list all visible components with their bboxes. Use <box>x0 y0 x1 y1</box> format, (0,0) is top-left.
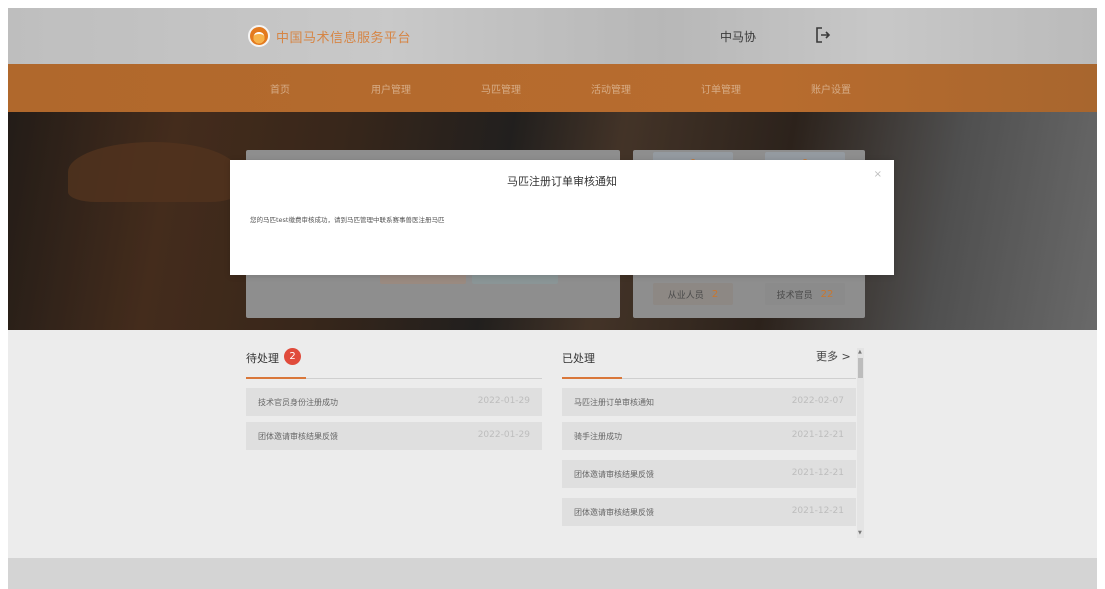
processed-active-indicator <box>562 377 622 379</box>
nav-account-settings[interactable]: 账户设置 <box>811 81 851 96</box>
header-overlay <box>8 8 1097 64</box>
stat-tech-officials[interactable]: 技术官员 22 <box>765 283 845 305</box>
close-icon[interactable]: × <box>874 169 882 180</box>
processed-scrollbar[interactable]: ▲ ▼ <box>857 348 864 538</box>
processed-title[interactable]: 已处理 <box>562 350 595 366</box>
nav-horse-management[interactable]: 马匹管理 <box>481 81 521 96</box>
notification-modal: 马匹注册订单审核通知 × 您的马匹test缴费审核成功，请到马匹管理中联系赛事兽… <box>230 160 894 275</box>
modal-title: 马匹注册订单审核通知 <box>507 175 617 188</box>
list-item-title: 团体邀请审核结果反馈 <box>574 470 654 479</box>
stat-tech-officials-value: 22 <box>820 288 834 300</box>
list-item[interactable]: 技术官员身份注册成功 2022-01-29 <box>246 388 542 416</box>
list-item-title: 骑手注册成功 <box>574 432 622 441</box>
nav-order-management[interactable]: 订单管理 <box>701 81 741 96</box>
list-item-title: 技术官员身份注册成功 <box>258 398 338 407</box>
list-item[interactable]: 骑手注册成功 2021-12-21 <box>562 422 856 450</box>
list-item-date: 2022-01-29 <box>477 396 530 406</box>
modal-body: 您的马匹test缴费审核成功，请到马匹管理中联系赛事兽医注册马匹 <box>250 216 445 224</box>
list-item-date: 2021-12-21 <box>791 506 844 516</box>
nav-event-management[interactable]: 活动管理 <box>591 81 631 96</box>
stat-tech-officials-label: 技术官员 <box>776 290 813 301</box>
footer <box>8 558 1097 589</box>
list-item[interactable]: 马匹注册订单审核通知 2022-02-07 <box>562 388 856 416</box>
list-item[interactable]: 团体邀请审核结果反馈 2022-01-29 <box>246 422 542 450</box>
list-item-date: 2022-01-29 <box>477 430 530 440</box>
main-nav: 首页 用户管理 马匹管理 活动管理 订单管理 账户设置 <box>8 64 1097 112</box>
stat-practitioners[interactable]: 从业人员 2 <box>653 283 733 305</box>
scroll-up-icon[interactable]: ▲ <box>858 349 862 355</box>
more-link[interactable]: 更多 > <box>816 348 851 364</box>
header: 中国马术信息服务平台 中马协 <box>8 8 1097 64</box>
stat-practitioners-value: 2 <box>711 288 719 300</box>
logout-icon[interactable] <box>814 26 832 44</box>
list-item[interactable]: 团体邀请审核结果反馈 2021-12-21 <box>562 498 856 526</box>
pending-count-badge: 2 <box>284 348 301 365</box>
list-item-date: 2022-02-07 <box>791 396 844 406</box>
pending-active-indicator <box>246 377 306 379</box>
site-title[interactable]: 中国马术信息服务平台 <box>276 27 411 46</box>
nav-home[interactable]: 首页 <box>270 81 290 96</box>
nav-user-management[interactable]: 用户管理 <box>371 81 411 96</box>
list-item-title: 团体邀请审核结果反馈 <box>258 432 338 441</box>
scrollbar-thumb[interactable] <box>858 358 863 378</box>
list-item-date: 2021-12-21 <box>791 468 844 478</box>
horse-logo-icon[interactable] <box>248 25 270 47</box>
list-item-title: 团体邀请审核结果反馈 <box>574 508 654 517</box>
list-item[interactable]: 团体邀请审核结果反馈 2021-12-21 <box>562 460 856 488</box>
list-item-title: 马匹注册订单审核通知 <box>574 398 654 407</box>
scroll-down-icon[interactable]: ▼ <box>858 530 862 536</box>
app-root: 中国马术信息服务平台 中马协 首页 用户管理 马匹管理 活动管理 订单管理 账户… <box>8 8 1097 589</box>
stat-practitioners-label: 从业人员 <box>667 290 704 301</box>
list-item-date: 2021-12-21 <box>791 430 844 440</box>
user-name[interactable]: 中马协 <box>720 28 756 45</box>
pending-title[interactable]: 待处理 <box>246 350 279 366</box>
